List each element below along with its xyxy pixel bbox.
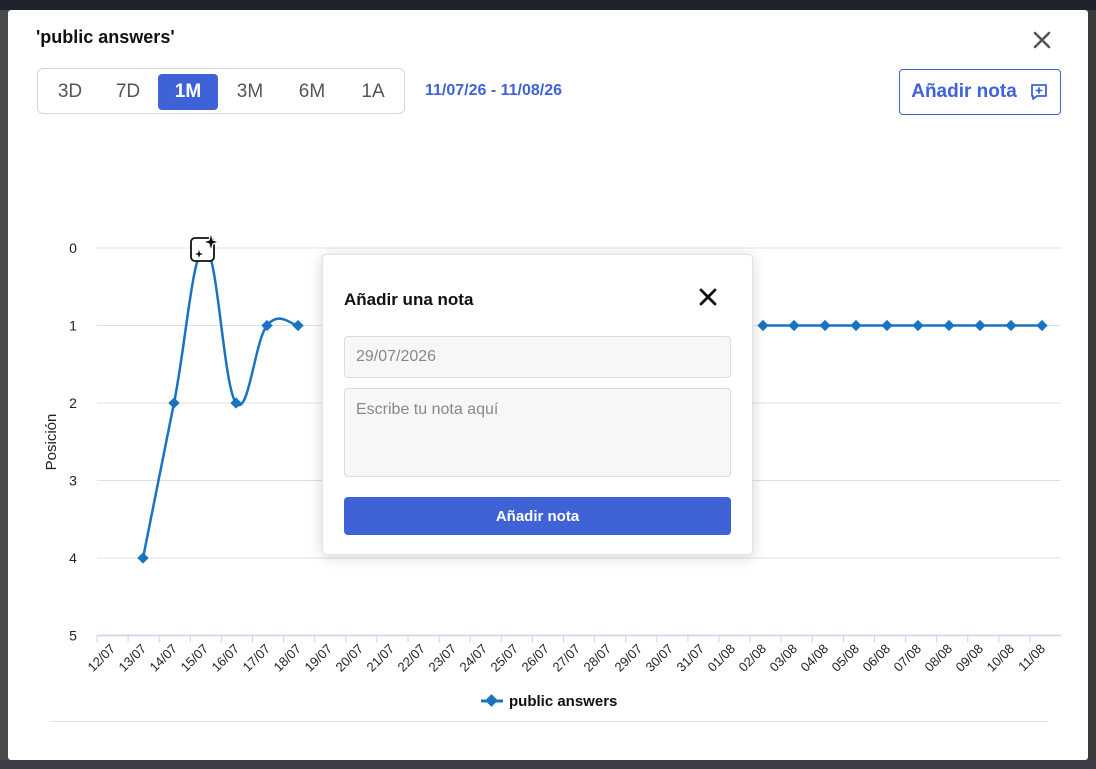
x-tick-label: 14/07 (147, 641, 181, 675)
y-tick-label: 4 (69, 550, 77, 566)
submit-note-button[interactable]: Añadir nota (344, 497, 731, 535)
y-tick-label: 2 (69, 395, 77, 411)
y-tick-label: 5 (69, 628, 77, 644)
x-tick-label: 21/07 (364, 641, 398, 675)
x-tick-label: 02/08 (736, 641, 770, 675)
x-tick-label: 08/08 (922, 641, 956, 675)
data-point[interactable] (943, 319, 955, 332)
note-date-input[interactable] (344, 336, 731, 378)
data-point[interactable] (850, 319, 862, 332)
popup-close-button[interactable] (699, 285, 717, 309)
legend-marker (485, 694, 498, 707)
x-tick-label: 17/07 (240, 641, 274, 675)
x-tick-label: 22/07 (395, 641, 429, 675)
sparkle-note-icon[interactable] (190, 230, 221, 262)
x-tick-label: 11/08 (1015, 641, 1048, 674)
data-point[interactable] (137, 552, 149, 564)
y-tick-label: 0 (69, 240, 77, 256)
x-tick-label: 29/07 (612, 641, 646, 675)
data-point[interactable] (168, 397, 180, 409)
x-tick-label: 04/08 (798, 641, 832, 675)
x-tick-label: 01/08 (705, 641, 739, 675)
x-tick-label: 16/07 (209, 641, 243, 675)
x-tick-label: 20/07 (333, 641, 367, 675)
x-tick-label: 12/07 (85, 641, 119, 675)
y-tick-label: 3 (69, 473, 77, 489)
data-point[interactable] (1005, 319, 1017, 332)
x-tick-label: 19/07 (302, 641, 336, 675)
y-tick-label: 1 (69, 318, 77, 334)
data-point[interactable] (788, 319, 800, 332)
x-tick-label: 25/07 (488, 641, 522, 675)
data-point[interactable] (292, 319, 304, 332)
close-icon (699, 288, 717, 306)
x-tick-label: 18/07 (271, 641, 305, 675)
x-tick-label: 07/08 (891, 641, 925, 675)
note-text-input[interactable] (344, 388, 731, 477)
data-point[interactable] (1036, 319, 1048, 332)
x-tick-label: 27/07 (550, 641, 584, 675)
x-tick-label: 30/07 (643, 641, 677, 675)
x-tick-label: 23/07 (426, 641, 460, 675)
data-point[interactable] (819, 319, 831, 332)
x-tick-label: 09/08 (953, 641, 987, 675)
x-tick-label: 28/07 (581, 641, 615, 675)
x-tick-label: 26/07 (519, 641, 553, 675)
x-tick-label: 24/07 (457, 641, 491, 675)
x-tick-label: 10/08 (984, 641, 1018, 675)
add-note-popup: Añadir una nota Añadir nota (322, 254, 753, 555)
y-axis-label: Posición (43, 414, 60, 471)
x-tick-label: 06/08 (860, 641, 894, 675)
x-tick-label: 03/08 (767, 641, 801, 675)
data-point[interactable] (881, 319, 893, 332)
x-tick-label: 13/07 (116, 641, 150, 675)
x-tick-label: 15/07 (178, 641, 212, 675)
data-point[interactable] (230, 397, 242, 409)
data-point[interactable] (974, 319, 986, 332)
popup-title: Añadir una nota (344, 290, 474, 309)
data-point[interactable] (757, 319, 769, 332)
data-point[interactable] (912, 319, 924, 332)
x-tick-label: 05/08 (829, 641, 863, 675)
x-tick-label: 31/07 (674, 641, 708, 675)
legend-label: public answers (509, 693, 617, 710)
chart-legend: public answers (481, 693, 617, 710)
